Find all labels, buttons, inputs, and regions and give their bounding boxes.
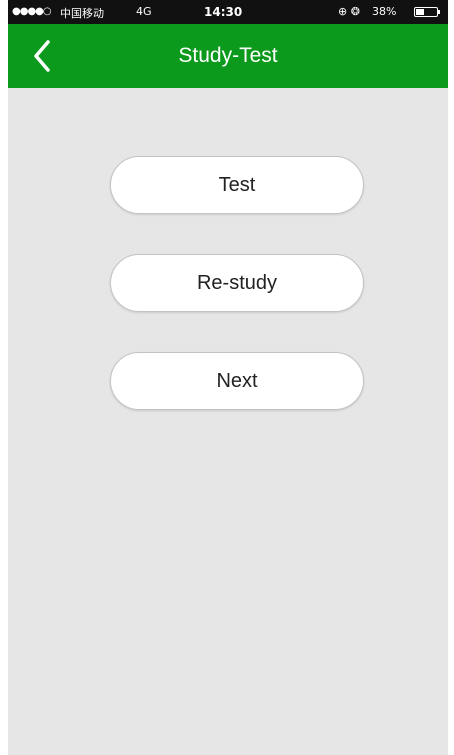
test-button[interactable]: Test (110, 156, 364, 214)
status-bar: ●●●●○ 中国移动 4G 14:30 ⊕ ❂ 38% (8, 0, 448, 24)
phone-screen: ●●●●○ 中国移动 4G 14:30 ⊕ ❂ 38% Study-Test T… (8, 0, 448, 755)
battery-icon (414, 7, 438, 17)
restudy-button[interactable]: Re-study (110, 254, 364, 312)
content-area: Test Re-study Next (8, 88, 448, 755)
page-title: Study-Test (178, 44, 278, 67)
signal-strength: ●●●●○ (12, 6, 52, 17)
battery-percent: 38% (372, 5, 397, 18)
battery-level (416, 9, 424, 15)
status-icons: ⊕ ❂ (338, 5, 360, 18)
nav-bar: Study-Test (8, 24, 448, 88)
network-type: 4G (136, 5, 152, 18)
status-time: 14:30 (204, 5, 243, 19)
next-button[interactable]: Next (110, 352, 364, 410)
carrier-name: 中国移动 (60, 7, 104, 20)
battery-tip (438, 10, 440, 14)
